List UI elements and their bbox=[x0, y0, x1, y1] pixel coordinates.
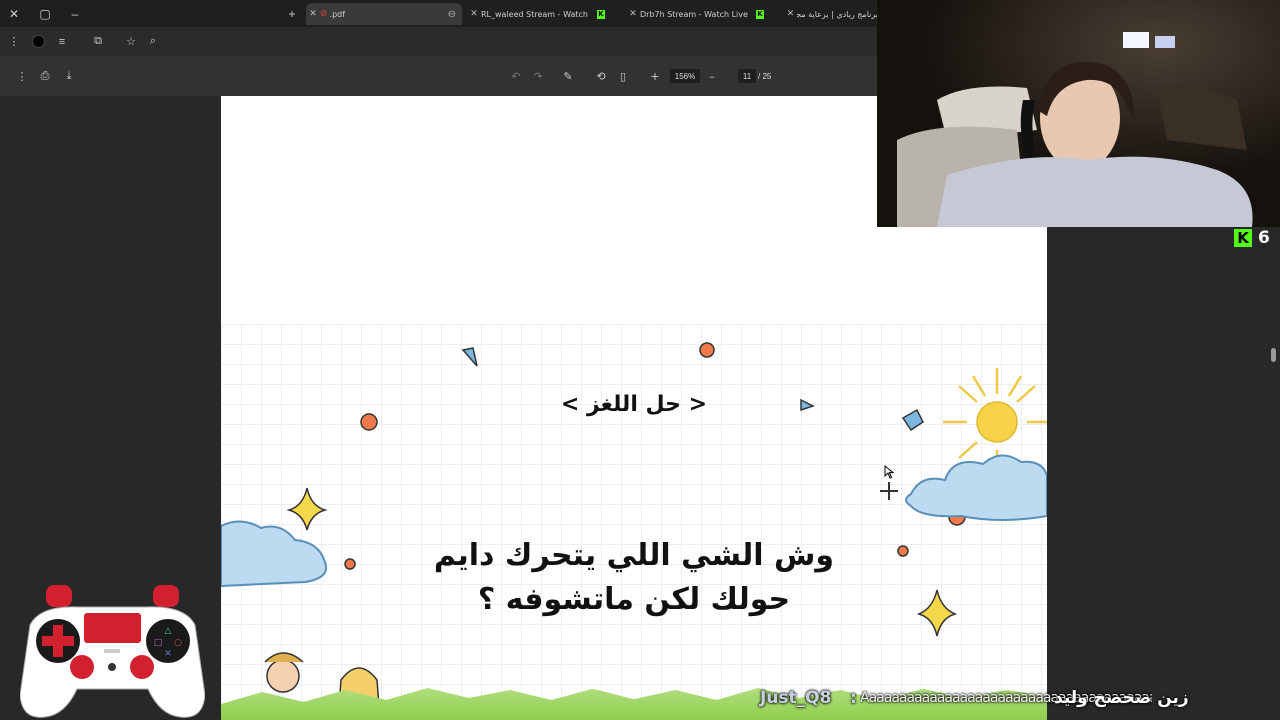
viewer-count-badge: K 6 bbox=[1234, 228, 1270, 248]
cloud-illustration bbox=[221, 520, 327, 588]
close-tab-icon[interactable]: ✕ bbox=[467, 9, 481, 19]
menu-dots-icon[interactable]: ⋮ bbox=[4, 27, 24, 56]
kick-tab-icon: K bbox=[756, 9, 764, 19]
kick-tab-icon: K bbox=[597, 9, 605, 19]
fit-page-icon[interactable]: ▯ bbox=[615, 66, 631, 86]
media-controls-icon[interactable]: ≡ bbox=[52, 27, 72, 56]
chat-username: Just_Q8 bbox=[760, 688, 832, 708]
webcam-image bbox=[877, 0, 1280, 227]
plus-doodle bbox=[880, 482, 898, 500]
webcam-feed bbox=[877, 0, 1280, 227]
speaker-grille bbox=[104, 649, 120, 653]
light-source bbox=[1123, 32, 1149, 48]
circle-button-icon: ○ bbox=[174, 638, 182, 648]
viewer-count: 6 bbox=[1258, 228, 1270, 248]
chat-separator: : bbox=[850, 688, 857, 708]
tab-label: برنامج ريادي | برعاية مجة bbox=[797, 9, 878, 19]
tab-rl-waleed[interactable]: ✕ RL_waleed Stream - Watch Live K bbox=[467, 3, 619, 25]
page-total-label: / 25 bbox=[758, 71, 772, 81]
sparkle-icon bbox=[916, 589, 958, 637]
riddle-title: < حل اللغز > bbox=[560, 392, 708, 417]
triangle-button-icon: △ bbox=[165, 626, 172, 636]
left-trigger bbox=[46, 585, 72, 607]
riddle-question-line: وش الشي اللي يتحرك دايم bbox=[433, 538, 835, 573]
person-arms bbox=[937, 156, 1253, 227]
bookmark-star-icon[interactable]: ☆ bbox=[121, 27, 141, 56]
extensions-icon[interactable]: ⧉ bbox=[88, 27, 108, 56]
confetti-dot bbox=[897, 545, 909, 557]
confetti-shape bbox=[461, 347, 478, 367]
left-stick bbox=[70, 655, 94, 679]
annotate-icon[interactable]: ✎ bbox=[560, 66, 576, 86]
tab-media-icon: ⊖ bbox=[447, 8, 456, 20]
light-source bbox=[1155, 36, 1175, 48]
right-stick bbox=[130, 655, 154, 679]
print-icon[interactable]: ⎙ bbox=[37, 66, 53, 86]
pdf-menu-icon[interactable]: ⋮ bbox=[14, 66, 30, 86]
new-tab-icon[interactable]: + bbox=[280, 0, 304, 27]
zoom-out-icon[interactable]: – bbox=[704, 66, 720, 86]
right-trigger bbox=[153, 585, 179, 607]
tab-drb7h[interactable]: ✕ Drb7h Stream - Watch Live on K bbox=[626, 3, 776, 25]
pdf-tab-icon: ⊘ bbox=[320, 9, 328, 19]
confetti-dot bbox=[344, 558, 356, 570]
mouse-cursor-icon bbox=[884, 465, 894, 479]
kick-logo-icon: K bbox=[1234, 229, 1252, 247]
download-icon[interactable]: ⤓ bbox=[61, 66, 77, 86]
tab-riyadi[interactable]: ✕ برنامج ريادي | برعاية مجة bbox=[784, 3, 878, 25]
sun-illustration bbox=[943, 368, 1047, 468]
page-number-field[interactable]: 11 bbox=[738, 69, 756, 83]
close-tab-icon[interactable]: ✕ bbox=[626, 9, 640, 19]
undo-icon[interactable]: ↶ bbox=[508, 66, 524, 86]
minimize-window-icon[interactable]: – bbox=[63, 0, 87, 27]
zoom-in-icon[interactable]: + bbox=[647, 66, 663, 86]
touchpad bbox=[84, 613, 141, 643]
tab-label: RL_waleed Stream - Watch Live bbox=[481, 9, 591, 19]
address-bar: ⋮ ≡ ⧉ ☆ ⌕ bbox=[0, 27, 880, 56]
tab-strip: ✕ ▢ – + ✕ ⊘ .pdf ⊖ ✕ RL_waleed Stream - … bbox=[0, 0, 880, 27]
cloud-illustration bbox=[905, 454, 1047, 521]
close-window-icon[interactable]: ✕ bbox=[2, 0, 26, 27]
tab-label: Drb7h Stream - Watch Live on bbox=[640, 9, 750, 19]
profile-icon[interactable] bbox=[28, 27, 48, 56]
tab-pdf[interactable]: ✕ ⊘ .pdf ⊖ bbox=[306, 3, 462, 25]
cross-button-icon: ✕ bbox=[164, 649, 172, 659]
riddle-question-line: حولك لكن ماتشوفه ؟ bbox=[477, 582, 791, 617]
redo-icon[interactable]: ↷ bbox=[530, 66, 546, 86]
zoom-search-icon[interactable]: ⌕ bbox=[143, 27, 163, 56]
ps-button bbox=[108, 663, 116, 671]
zoom-level-field[interactable]: 156% bbox=[670, 69, 700, 83]
close-tab-icon[interactable]: ✕ bbox=[306, 9, 320, 19]
tab-label: .pdf bbox=[329, 9, 346, 19]
confetti-dot bbox=[699, 342, 715, 358]
rotate-icon[interactable]: ⟲ bbox=[593, 66, 609, 86]
sparkle-icon bbox=[286, 487, 328, 531]
scrollbar-thumb[interactable] bbox=[1271, 348, 1276, 362]
chat-display-name: زين صحصح وليد bbox=[1054, 688, 1189, 708]
square-button-icon: □ bbox=[154, 638, 163, 648]
riddle-question: وش الشي اللي يتحرك دايم حولك لكن ماتشوفه… bbox=[371, 534, 897, 622]
restore-window-icon[interactable]: ▢ bbox=[33, 0, 57, 27]
chat-message-line: Just_Q8 : Aaaaaaaaaaaaaaaaaaaaaaaaaaaaaa… bbox=[760, 688, 1280, 714]
close-tab-icon[interactable]: ✕ bbox=[784, 9, 797, 19]
gamepad-overlay: △ □ ○ ✕ bbox=[20, 585, 205, 718]
